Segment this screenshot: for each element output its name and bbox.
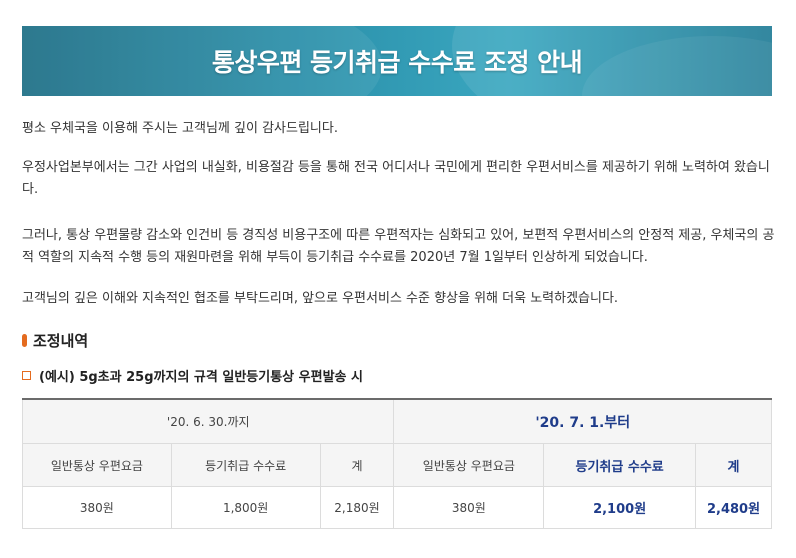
old-fee-value: 1,800원 [170,486,321,529]
page-title: 통상우편 등기취급 수수료 조정 안내 [211,48,583,77]
example-caption: (예시) 5g초과 25g까지의 규격 일반등기통상 우편발송 시 [22,366,363,385]
new-postage-header: 일반통상 우편요금 [393,443,545,487]
title-banner: 통상우편 등기취급 수수료 조정 안내 [22,26,772,96]
section-heading: 조정내역 [22,330,88,351]
table-row: 380원 1,800원 2,180원 380원 2,100원 2,480원 [22,486,772,529]
orange-bullet-icon [22,334,27,347]
new-fee-value: 2,100원 [543,486,697,529]
effort-paragraph: 우정사업본부에서는 그간 사업의 내실화, 비용절감 등을 통해 전국 어디서나… [22,160,770,197]
intro-paragraph: 평소 우체국을 이용해 주시는 고객님께 깊이 감사드립니다. [22,121,338,136]
old-fee-header: 등기취급 수수료 [170,443,321,487]
old-total-value: 2,180원 [319,486,395,529]
table-header-row: '20. 6. 30.까지 '20. 7. 1.부터 [21,398,772,444]
new-total-value: 2,480원 [695,486,772,529]
old-postage-value: 380원 [22,486,172,529]
reason-paragraph: 그러나, 통상 우편물량 감소와 인건비 등 경직성 비용구조에 따른 우편적자… [22,228,775,265]
old-period-header: '20. 6. 30.까지 [21,398,395,444]
old-postage-header: 일반통상 우편요금 [22,443,172,487]
table-subheader-row: 일반통상 우편요금 등기취급 수수료 계 일반통상 우편요금 등기취급 수수료 … [22,443,772,487]
example-caption-label: (예시) 5g초과 25g까지의 규격 일반등기통상 우편발송 시 [39,370,363,385]
square-bullet-icon [22,371,31,380]
new-postage-value: 380원 [393,486,545,529]
new-total-header: 계 [695,443,772,487]
fee-table: '20. 6. 30.까지 '20. 7. 1.부터 일반통상 우편요금 등기취… [21,398,772,529]
new-period-header: '20. 7. 1.부터 [393,398,772,444]
new-fee-header: 등기취급 수수료 [543,443,697,487]
old-total-header: 계 [319,443,395,487]
closing-paragraph: 고객님의 깊은 이해와 지속적인 협조를 부탁드리며, 앞으로 우편서비스 수준… [22,291,619,306]
section-heading-label: 조정내역 [33,332,89,350]
